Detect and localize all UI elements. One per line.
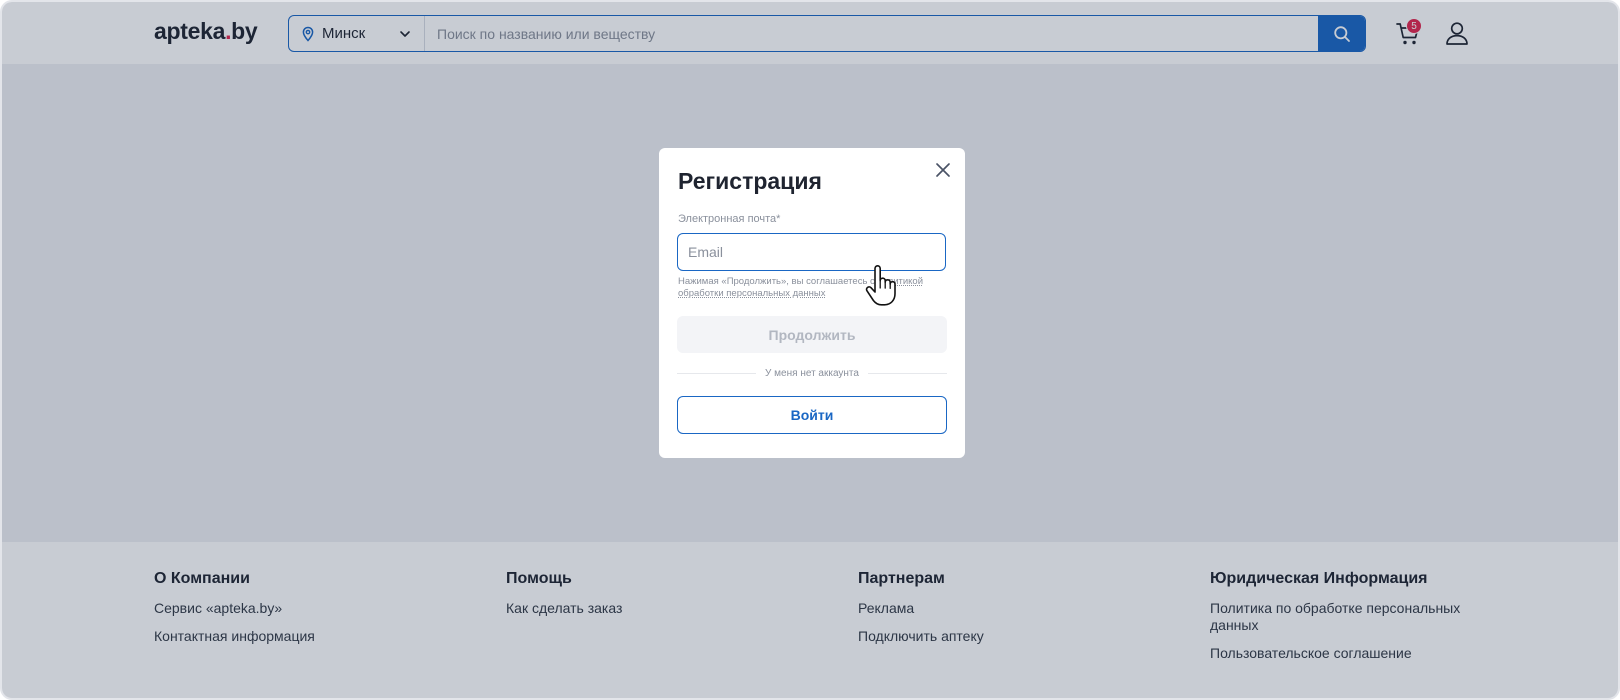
- email-field[interactable]: [677, 233, 946, 271]
- modal-title: Регистрация: [678, 168, 822, 194]
- login-button[interactable]: Войти: [677, 396, 947, 434]
- hand-pointer-cursor-icon: [865, 265, 896, 306]
- close-icon[interactable]: [933, 160, 953, 180]
- divider-text: У меня нет аккаунта: [765, 367, 859, 379]
- browser-viewport: apteka.by Минск 5 О Компании Сервис «apt…: [0, 0, 1620, 700]
- consent-text: Нажимая «Продолжить», вы соглашаетесь с …: [678, 276, 948, 300]
- email-label: Электронная почта*: [678, 213, 781, 225]
- divider-line: [867, 372, 947, 374]
- consent-prefix: Нажимая «Продолжить», вы соглашаетесь с: [678, 276, 878, 287]
- continue-button[interactable]: Продолжить: [677, 316, 947, 353]
- registration-modal: Регистрация Электронная почта* Нажимая «…: [659, 148, 965, 458]
- divider-line: [677, 372, 757, 374]
- divider: У меня нет аккаунта: [677, 367, 947, 379]
